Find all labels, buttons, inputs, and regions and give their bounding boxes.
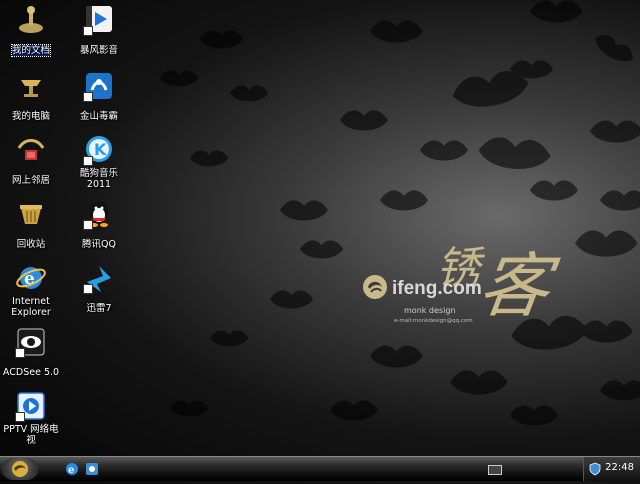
taskbar-clock[interactable]: 22:48: [605, 462, 634, 473]
desktop-icon-baofeng[interactable]: 暴风影音: [68, 0, 130, 60]
desktop-icon-my-documents[interactable]: 我的文档: [0, 0, 62, 60]
internet-explorer-icon[interactable]: e: [64, 461, 80, 477]
desktop-icon-recycle-bin[interactable]: 回收站: [0, 194, 62, 254]
desktop-icon-label: 回收站: [16, 239, 46, 250]
desktop-icon-label: 我的文档: [10, 44, 52, 57]
my-documents-icon: [15, 4, 47, 36]
thunder-icon: [83, 262, 115, 294]
security-shield-icon[interactable]: [588, 462, 602, 476]
desktop-icon-my-computer[interactable]: 我的电脑: [0, 66, 62, 126]
desktop-icon-label: 金山毒霸: [79, 111, 118, 122]
pptv-icon: [15, 390, 47, 422]
desktop-icon-label: 酷狗音乐2011: [79, 168, 118, 190]
shortcut-arrow-icon: [83, 220, 93, 230]
my-computer-icon: [15, 70, 47, 102]
shortcut-arrow-icon: [83, 284, 93, 294]
desktop-icon-label: 网上邻居: [11, 175, 50, 186]
shortcut-arrow-icon: [83, 156, 93, 166]
wallpaper-branding: 锈 客 ifeng.com monk design e-mail:monkdes…: [362, 230, 562, 360]
taskbar: e 22:48: [0, 456, 640, 481]
wallpaper-site: ifeng.com: [392, 278, 482, 299]
desktop-icon-label: 腾讯QQ: [82, 239, 116, 250]
start-button[interactable]: [2, 458, 38, 480]
wallpaper-email: e-mail:monkdesign@qq.com: [394, 318, 473, 324]
kingsoft-antivirus-icon: [83, 70, 115, 102]
svg-text:K: K: [94, 140, 107, 159]
baofeng-player-icon: [83, 4, 115, 36]
wallpaper-cn-word-2: 客: [473, 245, 555, 327]
internet-explorer-icon: e: [15, 262, 47, 294]
shortcut-arrow-icon: [83, 26, 93, 36]
ifeng-logo-icon: [363, 275, 387, 299]
desktop: 我的文档 暴风影音 我的电脑 金山毒霸 网上邻居 K 酷狗音乐2011 回收站 …: [0, 0, 640, 456]
show-desktop-icon[interactable]: [84, 461, 100, 477]
desktop-icon-acdsee[interactable]: ACDSee 5.0: [0, 322, 62, 382]
wallpaper-designer: monk design: [404, 306, 456, 315]
desktop-icon-thunder[interactable]: 迅雷7: [68, 258, 130, 318]
ifeng-start-icon: [12, 461, 28, 477]
desktop-icon-kugou[interactable]: K 酷狗音乐2011: [68, 130, 130, 190]
desktop-icon-label: 迅雷7: [86, 303, 112, 314]
acdsee-icon: [15, 326, 47, 358]
svg-text:e: e: [68, 465, 74, 476]
desktop-icon-label: ACDSee 5.0: [2, 367, 60, 378]
desktop-icon-label: 暴风影音: [79, 45, 118, 56]
desktop-icon-qq[interactable]: 腾讯QQ: [68, 194, 130, 254]
desktop-icon-kingsoft[interactable]: 金山毒霸: [68, 66, 130, 126]
network-neighborhood-icon: [15, 134, 47, 166]
desktop-icon-label: PPTV 网络电视: [3, 424, 59, 446]
recycle-bin-icon: [15, 198, 47, 230]
qq-icon: [83, 198, 115, 230]
desktop-icon-network[interactable]: 网上邻居: [0, 130, 62, 190]
shortcut-arrow-icon: [83, 92, 93, 102]
shortcut-arrow-icon: [15, 348, 25, 358]
desktop-icon-label: Internet Explorer: [11, 296, 51, 318]
keyboard-icon[interactable]: [488, 465, 502, 475]
kugou-music-icon: K: [83, 134, 115, 166]
desktop-icon-internet-explorer[interactable]: e Internet Explorer: [0, 258, 62, 318]
system-tray: 22:48: [583, 457, 640, 481]
desktop-icon-pptv[interactable]: PPTV 网络电视: [0, 386, 62, 446]
shortcut-arrow-icon: [15, 412, 25, 422]
desktop-icon-label: 我的电脑: [11, 111, 50, 122]
